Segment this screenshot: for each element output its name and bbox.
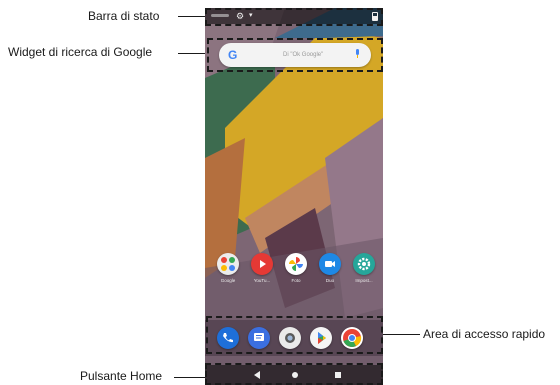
callout-status-bar: Barra di stato [88,9,160,23]
app-label: Impost... [355,278,373,283]
app-settings[interactable]: Impost... [351,253,377,284]
google-widget-outline [207,38,383,72]
leader-line-home-button [174,377,205,378]
callout-quick-access: Area di accesso rapido [423,327,546,341]
photos-icon [285,253,307,275]
leader-line-google-widget [178,53,205,54]
app-duo[interactable]: Duo [317,253,343,284]
quick-access-outline [206,316,383,354]
google-folder-icon [217,253,239,275]
home-app-row: Google YouTu... Foto Duo Impost... [205,253,383,293]
leader-line-status-bar [178,16,205,17]
callout-google-widget: Widget di ricerca di Google [8,45,153,59]
app-youtube[interactable]: YouTu... [249,253,275,284]
app-label: Foto [291,278,301,283]
app-label: YouTu... [253,278,271,283]
app-label: Duo [325,278,335,283]
status-bar-outline [205,8,383,26]
leader-line-quick-access [383,334,420,335]
home-button-outline [205,363,383,385]
duo-icon [319,253,341,275]
callout-home-button: Pulsante Home [80,369,163,383]
app-photos[interactable]: Foto [283,253,309,284]
youtube-icon [251,253,273,275]
app-label: Google [220,278,236,283]
settings-icon [353,253,375,275]
app-google-folder[interactable]: Google [215,253,241,284]
